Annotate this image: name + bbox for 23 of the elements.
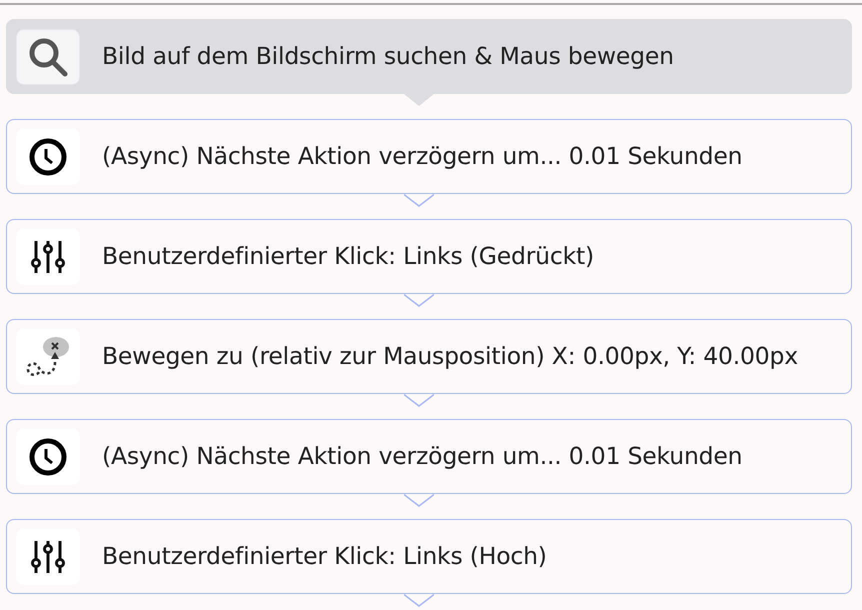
step-card[interactable]: (Async) Nächste Aktion verzögern um... 0.01 Sekunden bbox=[6, 419, 852, 494]
pointer-notch bbox=[404, 494, 434, 507]
pointer-notch bbox=[404, 294, 434, 307]
step-card[interactable]: Benutzerdefinierter Klick: Links (Hoch) bbox=[6, 519, 852, 594]
step-card[interactable]: Bewegen zu (relativ zur Mausposition) X: 0.00px, Y: 40.00px bbox=[6, 319, 852, 394]
step-card[interactable]: (Async) Nächste Aktion verzögern um... 0.01 Sekunden bbox=[6, 119, 852, 194]
step-label: Benutzerdefinierter Klick: Links (Gedrückt) bbox=[102, 240, 594, 272]
pointer-notch bbox=[404, 394, 434, 407]
sliders-icon bbox=[31, 538, 65, 574]
step-label: Bild auf dem Bildschirm suchen & Maus bewegen bbox=[102, 40, 674, 72]
pointer-notch bbox=[404, 194, 434, 207]
step-label: (Async) Nächste Aktion verzögern um... 0.01 Sekunden bbox=[102, 440, 742, 472]
clock-icon bbox=[28, 436, 68, 476]
clock-icon bbox=[28, 136, 68, 176]
pointer-notch bbox=[404, 94, 434, 107]
step-card[interactable]: Bild auf dem Bildschirm suchen & Maus bewegen bbox=[6, 19, 852, 94]
step-label: Bewegen zu (relativ zur Mausposition) X: 0.00px, Y: 40.00px bbox=[102, 340, 798, 372]
step-card[interactable]: Benutzerdefinierter Klick: Links (Gedrückt) bbox=[6, 219, 852, 294]
sliders-icon bbox=[31, 238, 65, 274]
step-label: (Async) Nächste Aktion verzögern um... 0.01 Sekunden bbox=[102, 140, 742, 172]
pointer-notch bbox=[404, 594, 434, 607]
step-label: Benutzerdefinierter Klick: Links (Hoch) bbox=[102, 540, 547, 572]
dotted-path-icon bbox=[25, 336, 71, 378]
